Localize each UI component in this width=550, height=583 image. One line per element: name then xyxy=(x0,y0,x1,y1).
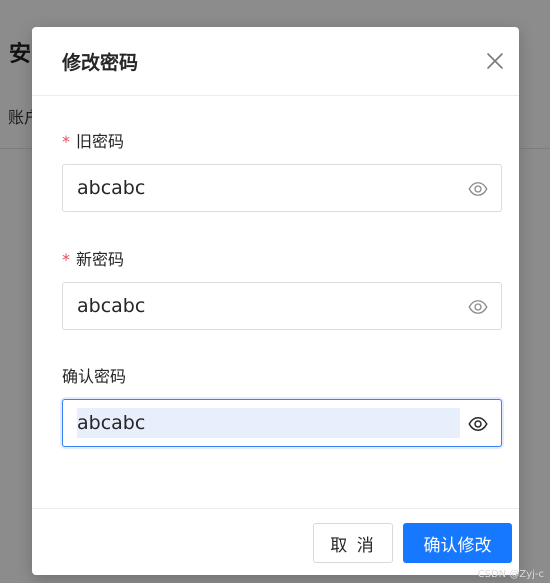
required-mark: * xyxy=(62,132,70,151)
old-password-input[interactable] xyxy=(77,173,460,203)
confirm-password-input[interactable] xyxy=(77,408,460,438)
form-item-new-password: * 新密码 xyxy=(62,248,502,330)
required-mark: * xyxy=(62,250,70,269)
confirm-password-label: 确认密码 xyxy=(62,367,127,386)
watermark: CSDN @Zyj-c xyxy=(477,569,544,580)
old-password-label: 旧密码 xyxy=(76,132,125,151)
dialog-title: 修改密码 xyxy=(62,52,139,74)
new-password-field xyxy=(62,282,502,330)
eye-icon[interactable] xyxy=(468,179,488,199)
new-password-label: 新密码 xyxy=(76,250,125,269)
confirm-password-field xyxy=(62,399,502,447)
old-password-field xyxy=(62,164,502,212)
eye-icon[interactable] xyxy=(468,414,488,434)
form-item-old-password: * 旧密码 xyxy=(62,130,502,212)
form-item-confirm-password: 确认密码 xyxy=(62,365,502,447)
dialog-footer-divider xyxy=(32,508,519,509)
confirm-change-button[interactable]: 确认修改 xyxy=(403,523,512,563)
dialog-header: 修改密码 xyxy=(32,27,519,96)
cancel-button[interactable]: 取 消 xyxy=(313,523,393,563)
change-password-dialog: 修改密码 * 旧密码 * 新密码 xyxy=(32,27,519,575)
eye-icon[interactable] xyxy=(468,297,488,317)
close-icon[interactable] xyxy=(483,49,507,73)
new-password-input[interactable] xyxy=(77,291,460,321)
